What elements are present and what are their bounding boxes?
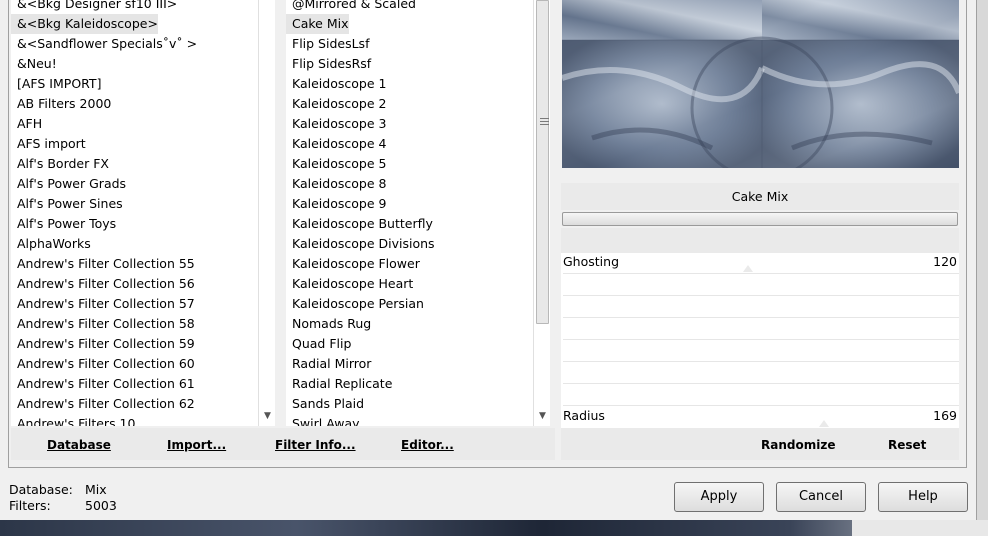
scrollbar-thumb[interactable]: [536, 0, 549, 324]
selected-filter-name: Cake Mix: [561, 183, 959, 210]
filter-list-item[interactable]: Kaleidoscope 8: [286, 174, 386, 194]
filter-list-item[interactable]: @Mirrored & Scaled: [286, 0, 416, 14]
randomize-button[interactable]: Randomize: [761, 436, 835, 454]
category-list-item[interactable]: Alf's Power Sines: [11, 194, 123, 214]
import-button[interactable]: Import...: [167, 436, 226, 454]
ghosting-slider-marker[interactable]: [743, 265, 753, 272]
database-status-value: Mix: [85, 482, 107, 497]
preview-progress-bar: [562, 212, 958, 226]
apply-button[interactable]: Apply: [674, 482, 764, 512]
database-status-label: Database:: [9, 482, 73, 497]
database-button[interactable]: Database: [47, 436, 111, 454]
radius-label: Radius: [563, 408, 605, 423]
parameter-sliders: Ghosting 120 Radius 169: [561, 253, 959, 428]
scroll-down-arrow-icon[interactable]: ▼: [259, 408, 276, 424]
cancel-button[interactable]: Cancel: [776, 482, 866, 512]
category-list-item[interactable]: [AFS IMPORT]: [11, 74, 101, 94]
radius-slider-marker[interactable]: [819, 420, 829, 427]
category-list-item[interactable]: Alf's Border FX: [11, 154, 109, 174]
filter-list-item[interactable]: Quad Flip: [286, 334, 351, 354]
category-list-item[interactable]: Andrew's Filter Collection 60: [11, 354, 195, 374]
filter-list-item[interactable]: Radial Mirror: [286, 354, 371, 374]
filter-list-item[interactable]: Swirl Away: [286, 414, 360, 426]
filter-list-item[interactable]: Kaleidoscope 3: [286, 114, 386, 134]
desktop-background-strip: [0, 520, 988, 536]
editor-button[interactable]: Editor...: [401, 436, 454, 454]
filter-list-item[interactable]: Kaleidoscope Heart: [286, 274, 413, 294]
category-list-item[interactable]: AB Filters 2000: [11, 94, 111, 114]
filter-list-item[interactable]: Kaleidoscope 5: [286, 154, 386, 174]
ghosting-label: Ghosting: [563, 254, 619, 269]
filter-list-item[interactable]: Kaleidoscope Persian: [286, 294, 424, 314]
category-list-item[interactable]: Alf's Power Grads: [11, 174, 126, 194]
category-list-item[interactable]: Andrew's Filter Collection 58: [11, 314, 195, 334]
filter-list-item[interactable]: Kaleidoscope 1: [286, 74, 386, 94]
filter-list-item[interactable]: Sands Plaid: [286, 394, 364, 414]
category-list-item[interactable]: Andrew's Filter Collection 62: [11, 394, 195, 414]
filter-list-item[interactable]: Kaleidoscope Butterfly: [286, 214, 433, 234]
help-button[interactable]: Help: [878, 482, 968, 512]
category-list-item[interactable]: Andrew's Filter Collection 59: [11, 334, 195, 354]
category-list-item[interactable]: Andrew's Filter Collection 55: [11, 254, 195, 274]
category-list-item[interactable]: AFS import: [11, 134, 86, 154]
category-list-item[interactable]: Alf's Power Toys: [11, 214, 116, 234]
category-list[interactable]: &<Bkg Designer sf10 III> &<Bkg Kaleidosco…: [11, 0, 258, 426]
category-list-item[interactable]: &<Sandflower Specials˚v˚ >: [11, 34, 197, 54]
window-edge: [976, 0, 988, 520]
ghosting-value: 120: [933, 254, 957, 269]
filter-list-item[interactable]: Flip SidesRsf: [286, 54, 371, 74]
filter-list-item[interactable]: Radial Replicate: [286, 374, 392, 394]
filter-list-item[interactable]: Flip SidesLsf: [286, 34, 369, 54]
scroll-down-arrow-icon[interactable]: ▼: [534, 408, 551, 424]
category-list-item[interactable]: &<Bkg Kaleidoscope>: [11, 14, 158, 34]
parameter-header-band: [561, 228, 959, 253]
category-list-item[interactable]: &Neu!: [11, 54, 57, 74]
filters-count-value: 5003: [85, 498, 117, 513]
filters-count-label: Filters:: [9, 498, 51, 513]
radius-value: 169: [933, 408, 957, 423]
category-list-item[interactable]: Andrew's Filters 10: [11, 414, 135, 426]
filter-list-item[interactable]: Kaleidoscope 4: [286, 134, 386, 154]
category-list-scrollbar[interactable]: ▼: [258, 0, 275, 426]
filter-info-button[interactable]: Filter Info...: [275, 436, 356, 454]
category-list-item[interactable]: &<Bkg Designer sf10 III>: [11, 0, 177, 14]
filter-list-item[interactable]: Cake Mix: [286, 14, 349, 34]
filter-list-item[interactable]: Kaleidoscope Divisions: [286, 234, 435, 254]
category-list-item[interactable]: Andrew's Filter Collection 57: [11, 294, 195, 314]
category-list-item[interactable]: AlphaWorks: [11, 234, 91, 254]
preview-image[interactable]: [562, 0, 959, 168]
filter-list-scrollbar[interactable]: ▼: [533, 0, 550, 426]
category-list-item[interactable]: AFH: [11, 114, 42, 134]
filter-list-item[interactable]: Kaleidoscope 2: [286, 94, 386, 114]
filter-list-item[interactable]: Kaleidoscope Flower: [286, 254, 420, 274]
category-list-item[interactable]: Andrew's Filter Collection 56: [11, 274, 195, 294]
category-list-item[interactable]: Andrew's Filter Collection 61: [11, 374, 195, 394]
filter-list[interactable]: @Mirrored & Scaled Cake Mix Flip SidesLsf F…: [286, 0, 533, 426]
filter-list-item[interactable]: Nomads Rug: [286, 314, 371, 334]
filter-list-item[interactable]: Kaleidoscope 9: [286, 194, 386, 214]
reset-button[interactable]: Reset: [888, 436, 926, 454]
kaleidoscope-preview-graphic: [562, 0, 959, 168]
